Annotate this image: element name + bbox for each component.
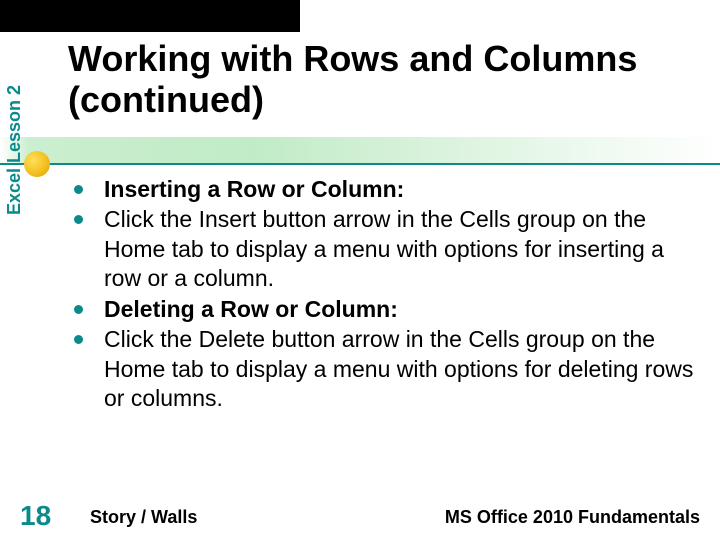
slide-title: Working with Rows and Columns (continued… bbox=[68, 38, 700, 121]
top-black-bar bbox=[0, 0, 300, 32]
footer-book-title: MS Office 2010 Fundamentals bbox=[445, 507, 700, 528]
footer-author: Story / Walls bbox=[90, 507, 197, 528]
bullet-text: Click the Delete button arrow in the Cel… bbox=[104, 326, 693, 411]
list-item: Deleting a Row or Column: bbox=[70, 295, 700, 324]
list-item: Click the Insert button arrow in the Cel… bbox=[70, 205, 700, 293]
bullet-text: Click the Insert button arrow in the Cel… bbox=[104, 206, 664, 291]
slide-number: 18 bbox=[20, 500, 51, 532]
bullet-text: Deleting a Row or Column: bbox=[104, 296, 398, 322]
sidebar-lesson-label: Excel Lesson 2 bbox=[4, 50, 25, 250]
bullet-icon bbox=[74, 185, 83, 194]
bullet-icon bbox=[74, 305, 83, 314]
bullet-text: Inserting a Row or Column: bbox=[104, 176, 404, 202]
title-highlight-band bbox=[0, 137, 720, 163]
bullet-icon bbox=[74, 215, 83, 224]
content-area: Inserting a Row or Column: Click the Ins… bbox=[70, 175, 700, 490]
list-item: Click the Delete button arrow in the Cel… bbox=[70, 325, 700, 413]
footer: 18 Story / Walls MS Office 2010 Fundamen… bbox=[0, 498, 720, 540]
title-dot-icon bbox=[24, 151, 50, 177]
title-area: Working with Rows and Columns (continued… bbox=[0, 32, 720, 167]
bullet-icon bbox=[74, 335, 83, 344]
list-item: Inserting a Row or Column: bbox=[70, 175, 700, 204]
bullet-list: Inserting a Row or Column: Click the Ins… bbox=[70, 175, 700, 414]
title-rule bbox=[0, 163, 720, 165]
